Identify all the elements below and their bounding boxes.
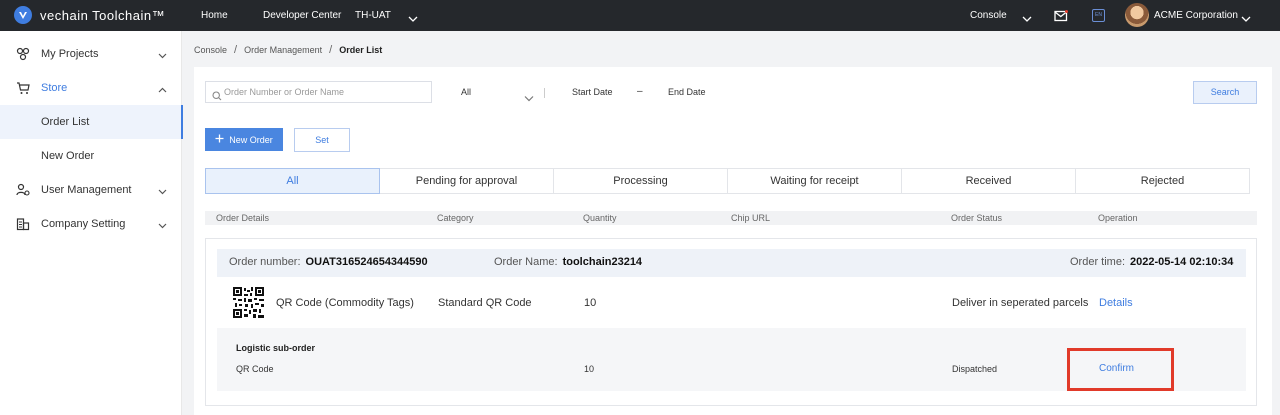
sub-order-quantity: 10: [584, 364, 595, 374]
sidebar-item-label: Company Setting: [41, 218, 126, 230]
item-title: QR Code (Commodity Tags): [276, 297, 414, 309]
chevron-down-icon[interactable]: [524, 89, 534, 107]
store-cart-icon: [16, 81, 30, 98]
plus-icon: [215, 134, 224, 145]
order-name-label: Order Name:: [494, 256, 558, 268]
set-button[interactable]: Set: [294, 128, 350, 152]
chevron-down-icon[interactable]: [1022, 10, 1032, 28]
search-input[interactable]: [224, 87, 424, 97]
confirm-highlight-box: [1067, 348, 1174, 391]
breadcrumb: Console / Order Management / Order List: [194, 44, 382, 56]
brand-name: vechain Toolchain™: [40, 7, 166, 23]
order-time-value: 2022-05-14 02:10:34: [1130, 256, 1234, 268]
column-header: Quantity: [583, 213, 617, 223]
projects-icon: [16, 47, 30, 64]
sidebar-item-label: Store: [41, 82, 68, 94]
item-quantity: 10: [584, 297, 597, 309]
vechain-logo-icon: [14, 6, 32, 24]
breadcrumb-console[interactable]: Console: [194, 45, 227, 55]
chevron-down-icon: [158, 220, 167, 232]
nav-home[interactable]: Home: [201, 0, 228, 31]
chevron-down-icon[interactable]: [408, 10, 418, 28]
new-order-label: New Order: [229, 134, 273, 145]
order-name-value: toolchain23214: [562, 256, 643, 268]
sidebar-item-new-order[interactable]: New Order: [0, 139, 182, 173]
new-order-button[interactable]: New Order: [205, 128, 283, 151]
column-header: Order Status: [951, 213, 1003, 223]
sidebar-item-order-list[interactable]: Order List: [0, 105, 183, 139]
search-button[interactable]: Search: [1193, 81, 1257, 104]
status-tabs: All Pending for approval Processing Wait…: [205, 168, 1250, 194]
nav-console[interactable]: Console: [970, 0, 1007, 31]
sub-order-name: QR Code: [236, 364, 274, 374]
end-date-input[interactable]: End Date: [668, 87, 706, 97]
mail-icon[interactable]: [1054, 9, 1068, 27]
brand-logo[interactable]: vechain Toolchain™: [14, 6, 165, 24]
order-time-label: Order time:: [1070, 256, 1126, 268]
qr-code-icon: [233, 287, 264, 318]
table-row: QR Code (Commodity Tags) Standard QR Cod…: [206, 279, 1256, 325]
sidebar-item-label: New Order: [41, 150, 95, 162]
item-status: Deliver in seperated parcels: [952, 297, 1089, 309]
tab-received[interactable]: Received: [902, 169, 1076, 193]
breadcrumb-separator: /: [329, 44, 333, 56]
chevron-down-icon: [158, 50, 167, 62]
order-number-value: OUAT316524654344590: [305, 256, 428, 268]
language-icon[interactable]: EN: [1092, 9, 1105, 22]
column-header: Order Details: [216, 213, 270, 223]
sub-order-status: Dispatched: [952, 364, 998, 374]
details-link[interactable]: Details: [1099, 297, 1133, 309]
tab-pending-for-approval[interactable]: Pending for approval: [380, 169, 554, 193]
column-header: Operation: [1098, 213, 1138, 223]
sidebar-item-label: My Projects: [41, 48, 99, 60]
nav-developer-center[interactable]: Developer Center: [263, 0, 341, 31]
item-category: Standard QR Code: [438, 297, 532, 309]
sidebar: My Projects Store Order List New Order U…: [0, 31, 183, 415]
company-building-icon: [16, 217, 30, 234]
order-time: Order time: 2022-05-14 02:10:34: [1070, 256, 1233, 268]
tab-all[interactable]: All: [205, 168, 380, 194]
start-date-input[interactable]: Start Date: [572, 87, 613, 97]
order-name: Order Name: toolchain23214: [494, 256, 642, 268]
chevron-down-icon: [158, 186, 167, 198]
tab-processing[interactable]: Processing: [554, 169, 728, 193]
sidebar-item-label: User Management: [41, 184, 132, 196]
order-header: Order number: OUAT316524654344590 Order N…: [217, 249, 1246, 277]
nav-environment[interactable]: TH-UAT: [355, 0, 391, 31]
chevron-up-icon: [158, 84, 167, 96]
search-icon: [212, 88, 222, 106]
sidebar-item-company-setting[interactable]: Company Setting: [0, 207, 182, 241]
search-box[interactable]: [205, 81, 432, 103]
column-header: Category: [437, 213, 474, 223]
company-name[interactable]: ACME Corporation: [1154, 0, 1238, 31]
date-range-separator: –: [637, 86, 643, 97]
sidebar-item-my-projects[interactable]: My Projects: [0, 37, 182, 71]
status-filter-select[interactable]: All: [461, 87, 471, 97]
breadcrumb-order-management[interactable]: Order Management: [244, 45, 322, 55]
divider: [544, 88, 545, 98]
order-number-label: Order number:: [229, 256, 301, 268]
sidebar-item-label: Order List: [41, 116, 90, 128]
chevron-down-icon[interactable]: [1241, 10, 1251, 28]
table-header: Order Details Category Quantity Chip URL…: [205, 211, 1257, 225]
tab-waiting-for-receipt[interactable]: Waiting for receipt: [728, 169, 902, 193]
user-management-icon: [16, 183, 30, 200]
avatar[interactable]: [1125, 3, 1149, 27]
breadcrumb-order-list: Order List: [339, 45, 383, 55]
breadcrumb-separator: /: [234, 44, 238, 56]
sidebar-item-user-management[interactable]: User Management: [0, 173, 182, 207]
tab-rejected[interactable]: Rejected: [1076, 169, 1249, 193]
column-header: Chip URL: [731, 213, 771, 223]
top-navbar: vechain Toolchain™ Home Developer Center…: [0, 0, 1280, 31]
order-number: Order number: OUAT316524654344590: [229, 256, 428, 268]
sub-order-title: Logistic sub-order: [236, 343, 316, 353]
sidebar-item-store[interactable]: Store: [0, 71, 182, 105]
